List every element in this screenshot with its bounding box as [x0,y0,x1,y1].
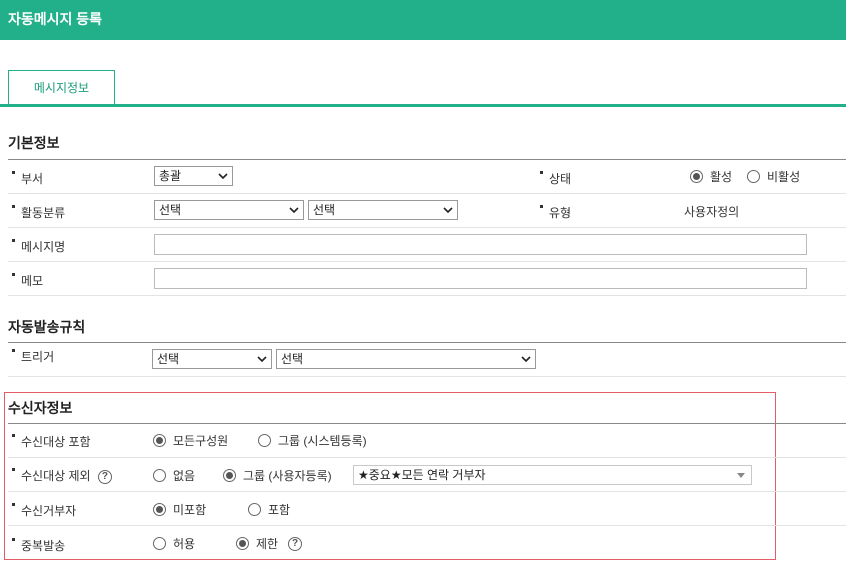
exclude-target-label: 수신대상 제외 ? [12,467,112,484]
message-name-label: 메시지명 [12,238,65,255]
section-title-recipient: 수신자정보 [8,400,73,416]
page-title: 자동메시지 등록 [0,0,846,40]
type-value: 사용자정의 [684,205,740,219]
duplicate-radio-limit[interactable]: 제한 [236,535,278,552]
exclude-radio-none[interactable]: 없음 [153,467,195,484]
chevron-down-icon [218,173,228,180]
chevron-down-icon [521,356,531,363]
radio-checked-icon [236,537,249,550]
row-divider [8,457,846,458]
radio-unchecked-icon [153,469,166,482]
refusers-label: 수신거부자 [12,502,76,519]
refusers-radio-exclude[interactable]: 미포함 [153,501,206,518]
radio-checked-icon [690,170,703,183]
row-divider [8,376,846,377]
duplicate-radio-allow[interactable]: 허용 [153,535,195,552]
exclude-radio-user-group[interactable]: 그룹 (사용자등록) [223,467,332,484]
memo-input[interactable] [154,268,807,289]
trigger-select-1[interactable]: 선택 [152,349,272,369]
section-divider [8,423,846,424]
chevron-down-icon [443,207,453,214]
radio-unchecked-icon [747,170,760,183]
caret-down-icon [737,473,745,478]
include-radio-system-group[interactable]: 그룹 (시스템등록) [258,432,367,449]
trigger-select-2[interactable]: 선택 [276,349,536,369]
activity-category-label: 활동분류 [12,204,65,221]
trigger-label: 트리거 [12,348,54,365]
radio-checked-icon [153,434,166,447]
radio-unchecked-icon [258,434,271,447]
radio-unchecked-icon [248,503,261,516]
row-divider [8,261,846,262]
include-target-label: 수신대상 포함 [12,433,91,450]
duplicate-send-label: 중복발송 [12,537,65,554]
row-divider [8,193,846,194]
section-divider [8,159,846,160]
exclude-group-select[interactable]: ★중요★모든 연락 거부자 [353,465,752,485]
row-divider [8,491,846,492]
status-label: 상태 [540,170,571,187]
section-title-auto-rule: 자동발송규칙 [8,319,86,335]
activity-category-select-1[interactable]: 선택 [154,200,304,220]
chevron-down-icon [289,207,299,214]
help-icon[interactable]: ? [97,469,112,484]
section-divider [8,342,846,343]
include-radio-all-members[interactable]: 모든구성원 [153,432,228,449]
tab-message-info[interactable]: 메시지정보 [8,70,115,106]
type-label: 유형 [540,204,571,221]
row-divider [8,227,846,228]
refusers-radio-include[interactable]: 포함 [248,501,290,518]
department-label: 부서 [12,170,43,187]
memo-label: 메모 [12,272,43,289]
row-divider [8,295,846,296]
radio-unchecked-icon [153,537,166,550]
activity-category-select-2[interactable]: 선택 [308,200,458,220]
radio-checked-icon [223,469,236,482]
section-title-basic: 기본정보 [8,135,60,151]
department-select-value: 총괄 [159,169,182,183]
chevron-down-icon [257,356,267,363]
message-name-input[interactable] [154,234,807,255]
department-select[interactable]: 총괄 [154,166,233,186]
radio-checked-icon [153,503,166,516]
help-icon[interactable]: ? [288,537,302,551]
tab-underline [0,104,846,107]
status-radio-inactive[interactable]: 비활성 [747,168,800,185]
row-divider [8,525,846,526]
status-radio-active[interactable]: 활성 [690,168,732,185]
